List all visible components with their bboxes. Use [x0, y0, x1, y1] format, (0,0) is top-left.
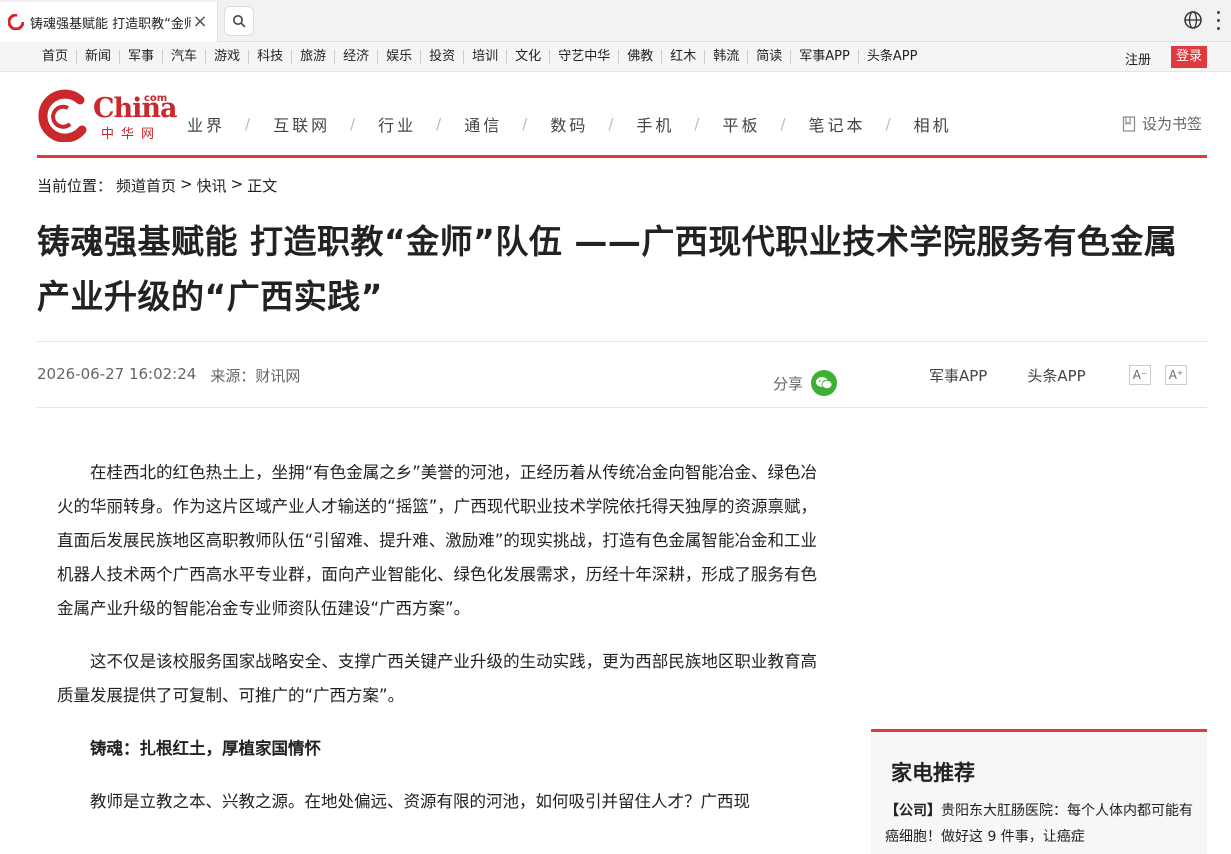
channel-nav-separator: /: [436, 115, 445, 133]
top-nav-item[interactable]: 军事: [120, 50, 164, 64]
top-nav-item[interactable]: 科技: [249, 50, 293, 64]
channel-nav-item[interactable]: 业界: [187, 112, 225, 136]
headline-app-link[interactable]: 头条APP: [1027, 365, 1085, 386]
sidebar-recommend: 家电推荐 【公司】贵阳东大肛肠医院：每个人体内都可能有癌细胞！做好这 9 件事，…: [871, 729, 1207, 854]
channel-nav-separator: /: [694, 115, 703, 133]
top-nav-item[interactable]: 简读: [748, 50, 792, 64]
channel-nav-separator: /: [885, 115, 894, 133]
channel-nav-item[interactable]: 数码: [550, 112, 588, 136]
top-nav-item[interactable]: 游戏: [206, 50, 250, 64]
globe-icon[interactable]: [1183, 10, 1203, 30]
tab-close-icon[interactable]: ×: [191, 13, 209, 31]
channel-nav-item[interactable]: 笔记本: [809, 112, 866, 136]
top-nav-bar: 首页 新闻 军事 汽车 游戏 科技 旅游 经济 娱乐 投资 培训 文化 守艺中华 佛教 红木 韩流 简读 军事AP…: [0, 42, 1231, 72]
browser-tab[interactable]: 铸魂强基赋能 打造职教“金师”队 ×: [0, 2, 218, 42]
sidebar-item-tag: 【公司】: [885, 803, 941, 819]
bookmark-label: 设为书签: [1142, 115, 1203, 133]
breadcrumb-current: 正文: [247, 177, 278, 195]
wechat-share-icon[interactable]: [811, 370, 838, 396]
top-nav-item[interactable]: 红木: [662, 50, 706, 64]
channel-nav-item[interactable]: 相机: [914, 112, 952, 136]
breadcrumb-channel-home[interactable]: 频道首页: [116, 175, 176, 196]
channel-nav-item[interactable]: 手机: [636, 112, 674, 136]
channel-nav-separator: /: [245, 115, 254, 133]
channel-nav-item[interactable]: 互联网: [273, 112, 330, 136]
article-body: 在桂西北的红色热土上，坐拥“有色金属之乡”美誉的河池，正经历着从传统冶金向智能冶…: [57, 456, 817, 838]
meta-divider-bottom: [37, 407, 1207, 408]
top-nav-item[interactable]: 头条APP: [859, 50, 926, 64]
font-increase-button[interactable]: A⁺: [1165, 365, 1187, 385]
tab-search-button[interactable]: [224, 6, 254, 36]
top-nav-list: 首页 新闻 军事 汽车 游戏 科技 旅游 经济 娱乐 投资 培训 文化 守艺中华 佛教 红木 韩流 简读 军事AP…: [34, 42, 925, 72]
meta-divider-top: [37, 341, 1207, 342]
article-paragraph: 这不仅是该校服务国家战略安全、支撑广西关键产业升级的生动实践，更为西部民族地区职…: [57, 652, 817, 705]
sidebar-title: 家电推荐: [891, 761, 975, 785]
font-decrease-button[interactable]: A⁻: [1129, 365, 1151, 385]
article-meta: 2026-06-27 16:02:24 来源：财讯网: [37, 365, 300, 386]
breadcrumb-separator: >: [180, 175, 193, 193]
breadcrumb-label: 当前位置：: [37, 177, 113, 195]
register-link[interactable]: 注册: [1125, 49, 1151, 68]
channel-nav-separator: /: [522, 115, 531, 133]
browser-menu-icon[interactable]: [1213, 8, 1223, 32]
publish-date: 2026-06-27 16:02:24: [37, 365, 197, 383]
channel-nav-separator: /: [780, 115, 789, 133]
top-nav-item[interactable]: 投资: [421, 50, 465, 64]
site-favicon-icon: [8, 14, 24, 30]
header-divider: [37, 155, 1207, 158]
top-nav-item[interactable]: 经济: [335, 50, 379, 64]
channel-nav-item[interactable]: 平板: [722, 112, 760, 136]
top-nav-item[interactable]: 汽车: [163, 50, 207, 64]
share-section: 分享: [773, 370, 838, 396]
bookmark-link[interactable]: 设为书签: [1122, 113, 1202, 134]
search-icon: [233, 15, 246, 28]
channel-nav-separator: /: [350, 115, 359, 133]
login-button[interactable]: 登录: [1171, 46, 1207, 68]
top-nav-item[interactable]: 文化: [507, 50, 551, 64]
top-nav-item[interactable]: 佛教: [619, 50, 663, 64]
top-nav-item[interactable]: 培训: [464, 50, 508, 64]
tab-title: 铸魂强基赋能 打造职教“金师”队: [30, 16, 191, 32]
article-title: 铸魂强基赋能 打造职教“金师”队伍 ——广西现代职业技术学院服务有色金属产业升级…: [37, 222, 1178, 316]
channel-nav-separator: /: [608, 115, 617, 133]
top-nav-item[interactable]: 新闻: [77, 50, 121, 64]
china-logo-icon[interactable]: [36, 88, 92, 142]
sidebar-item[interactable]: 【公司】贵阳东大肛肠医院：每个人体内都可能有癌细胞！做好这 9 件事，让癌症: [885, 798, 1195, 850]
article-source: 来源：财讯网: [210, 367, 301, 385]
top-nav-item[interactable]: 旅游: [292, 50, 336, 64]
share-label: 分享: [773, 374, 804, 393]
logo-subtitle: 中华网: [101, 127, 162, 142]
channel-nav-item[interactable]: 通信: [464, 112, 502, 136]
top-nav-item[interactable]: 军事APP: [791, 50, 859, 64]
article-paragraph: 教师是立教之本、兴教之源。在地处偏远、资源有限的河池，如何吸引并留住人才？广西现: [90, 792, 750, 811]
military-app-link[interactable]: 军事APP: [929, 365, 987, 386]
breadcrumb-separator: >: [230, 175, 244, 193]
channel-nav: 业界 / 互联网 / 行业 / 通信 / 数码 / 手机 / 平板 / 笔记本 / 相机: [187, 112, 952, 136]
top-nav-item[interactable]: 娱乐: [378, 50, 422, 64]
app-links: 军事APP 头条APP: [929, 365, 1126, 386]
top-nav-item[interactable]: 首页: [34, 50, 78, 64]
channel-nav-item[interactable]: 行业: [378, 112, 416, 136]
logo-com: com: [144, 93, 168, 104]
article-subheading: 铸魂：扎根红土，厚植家国情怀: [90, 739, 321, 758]
browser-tabbar: 铸魂强基赋能 打造职教“金师”队 ×: [0, 0, 1231, 42]
top-nav-item[interactable]: 韩流: [705, 50, 749, 64]
breadcrumb: 当前位置： 频道首页 > 快讯 > 正文: [37, 175, 281, 196]
article-paragraph: 在桂西北的红色热土上，坐拥“有色金属之乡”美誉的河池，正经历着从传统冶金向智能冶…: [57, 463, 817, 618]
bookmark-icon: [1122, 115, 1136, 132]
breadcrumb-news[interactable]: 快讯: [197, 175, 227, 196]
top-nav-item[interactable]: 守艺中华: [550, 50, 620, 64]
